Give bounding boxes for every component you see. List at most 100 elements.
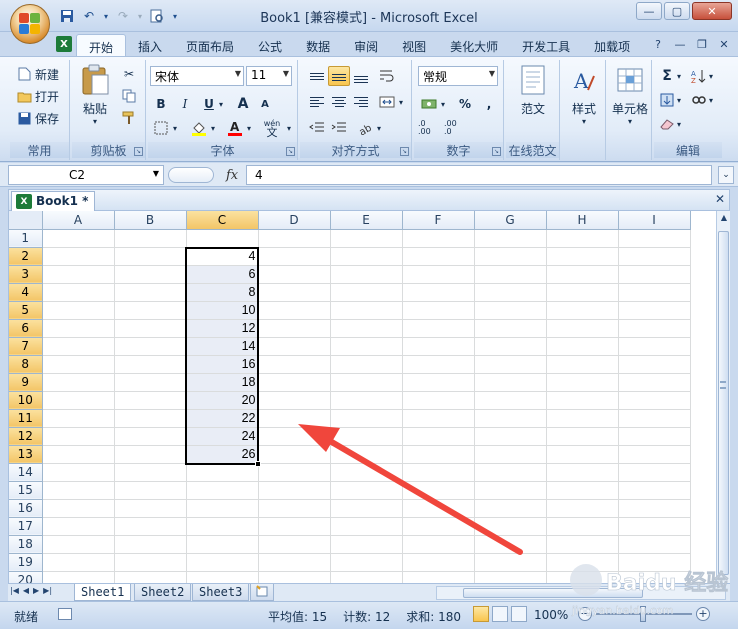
cell-f9[interactable] xyxy=(402,373,475,392)
cell-d20[interactable] xyxy=(258,571,331,583)
align-right-icon[interactable] xyxy=(350,92,372,112)
cell-d3[interactable] xyxy=(258,265,331,284)
cell-b17[interactable] xyxy=(114,517,187,536)
ribbon-tab-4[interactable]: 公式 xyxy=(246,34,294,56)
ribbon-tab-10[interactable]: 加载项 xyxy=(582,34,642,56)
cell-b12[interactable] xyxy=(114,427,187,446)
styles-button[interactable]: A 样式 ▾ xyxy=(564,64,604,126)
cell-e1[interactable] xyxy=(330,229,403,248)
autosum-dropdown-icon[interactable]: ▾ xyxy=(674,66,684,86)
cell-b20[interactable] xyxy=(114,571,187,583)
cell-f1[interactable] xyxy=(402,229,475,248)
close-button[interactable]: ✕ xyxy=(692,2,732,20)
zoom-in-icon[interactable]: + xyxy=(696,607,710,621)
name-box[interactable]: C2 ▼ xyxy=(8,165,164,185)
row-header-19[interactable]: 19 xyxy=(9,553,43,572)
cell-a3[interactable] xyxy=(42,265,115,284)
row-header-20[interactable]: 20 xyxy=(9,571,43,583)
cell-d11[interactable] xyxy=(258,409,331,428)
zoom-slider-thumb[interactable] xyxy=(640,606,646,622)
cell-b5[interactable] xyxy=(114,301,187,320)
cell-d2[interactable] xyxy=(258,247,331,266)
cell-d10[interactable] xyxy=(258,391,331,410)
row-header-10[interactable]: 10 xyxy=(9,391,43,410)
cell-a2[interactable] xyxy=(42,247,115,266)
cut-icon[interactable]: ✂ xyxy=(118,64,140,84)
cell-f18[interactable] xyxy=(402,535,475,554)
cell-b15[interactable] xyxy=(114,481,187,500)
cell-g9[interactable] xyxy=(474,373,547,392)
cell-c16[interactable] xyxy=(186,499,259,518)
currency-dropdown-icon[interactable]: ▾ xyxy=(438,94,448,114)
row-header-17[interactable]: 17 xyxy=(9,517,43,536)
cell-f16[interactable] xyxy=(402,499,475,518)
cell-a10[interactable] xyxy=(42,391,115,410)
cell-c20[interactable] xyxy=(186,571,259,583)
save-button[interactable]: 保存 xyxy=(16,108,59,128)
row-header-16[interactable]: 16 xyxy=(9,499,43,518)
cell-c6[interactable]: 12 xyxy=(186,319,259,338)
row-header-6[interactable]: 6 xyxy=(9,319,43,338)
format-painter-icon[interactable] xyxy=(118,108,140,128)
bold-button[interactable]: B xyxy=(150,94,172,114)
ribbon-tab-3[interactable]: 页面布局 xyxy=(174,34,246,56)
cell-a16[interactable] xyxy=(42,499,115,518)
sort-dropdown-icon[interactable]: ▾ xyxy=(706,66,716,86)
increase-indent-icon[interactable] xyxy=(328,118,350,138)
cell-c13[interactable]: 26 xyxy=(186,445,259,464)
comma-button[interactable]: , xyxy=(478,94,500,114)
sheet-tab-1[interactable]: Sheet1 xyxy=(74,584,132,601)
row-header-4[interactable]: 4 xyxy=(9,283,43,302)
cell-b6[interactable] xyxy=(114,319,187,338)
cell-e5[interactable] xyxy=(330,301,403,320)
cell-g15[interactable] xyxy=(474,481,547,500)
cell-e9[interactable] xyxy=(330,373,403,392)
cell-d8[interactable] xyxy=(258,355,331,374)
normal-view-icon[interactable] xyxy=(473,606,489,622)
sheet-tab-2[interactable]: Sheet2 xyxy=(134,584,192,601)
cell-i1[interactable] xyxy=(618,229,691,248)
page-layout-view-icon[interactable] xyxy=(492,606,508,622)
cell-h3[interactable] xyxy=(546,265,619,284)
cell-i15[interactable] xyxy=(618,481,691,500)
cell-d18[interactable] xyxy=(258,535,331,554)
horizontal-scroll-thumb[interactable] xyxy=(463,588,643,598)
border-dropdown-icon[interactable]: ▾ xyxy=(170,118,180,138)
minimize-button[interactable]: — xyxy=(636,2,662,20)
cell-c7[interactable]: 14 xyxy=(186,337,259,356)
merge-dropdown-icon[interactable]: ▾ xyxy=(396,92,406,112)
cell-i9[interactable] xyxy=(618,373,691,392)
cell-g16[interactable] xyxy=(474,499,547,518)
cell-g20[interactable] xyxy=(474,571,547,583)
cell-e20[interactable] xyxy=(330,571,403,583)
cell-h5[interactable] xyxy=(546,301,619,320)
cell-a13[interactable] xyxy=(42,445,115,464)
cell-i5[interactable] xyxy=(618,301,691,320)
workbook-close-icon[interactable]: ✕ xyxy=(715,192,725,206)
select-all-corner[interactable] xyxy=(9,211,43,230)
first-sheet-icon[interactable]: |◀ xyxy=(10,586,19,595)
cell-i19[interactable] xyxy=(618,553,691,572)
cell-d1[interactable] xyxy=(258,229,331,248)
doc-minimize-icon[interactable]: — xyxy=(672,36,688,52)
cell-d7[interactable] xyxy=(258,337,331,356)
cell-c17[interactable] xyxy=(186,517,259,536)
excel-icon[interactable]: X xyxy=(56,36,72,52)
last-sheet-icon[interactable]: ▶| xyxy=(43,586,52,595)
help-icon[interactable]: ? xyxy=(650,36,666,52)
maximize-button[interactable]: ▢ xyxy=(664,2,690,20)
cell-b18[interactable] xyxy=(114,535,187,554)
number-format-combo[interactable]: 常规 ▼ xyxy=(418,66,498,86)
expand-formula-bar-icon[interactable]: ⌄ xyxy=(718,166,734,184)
cell-b10[interactable] xyxy=(114,391,187,410)
copy-icon[interactable] xyxy=(118,86,140,106)
name-box-dropdown-icon[interactable]: ▼ xyxy=(153,169,159,178)
cell-i16[interactable] xyxy=(618,499,691,518)
cell-g6[interactable] xyxy=(474,319,547,338)
alignment-launcher-icon[interactable]: ↘ xyxy=(400,147,409,156)
cell-f8[interactable] xyxy=(402,355,475,374)
cell-d5[interactable] xyxy=(258,301,331,320)
cell-g17[interactable] xyxy=(474,517,547,536)
cells-dropdown-icon[interactable]: ▾ xyxy=(628,117,632,126)
cell-i13[interactable] xyxy=(618,445,691,464)
